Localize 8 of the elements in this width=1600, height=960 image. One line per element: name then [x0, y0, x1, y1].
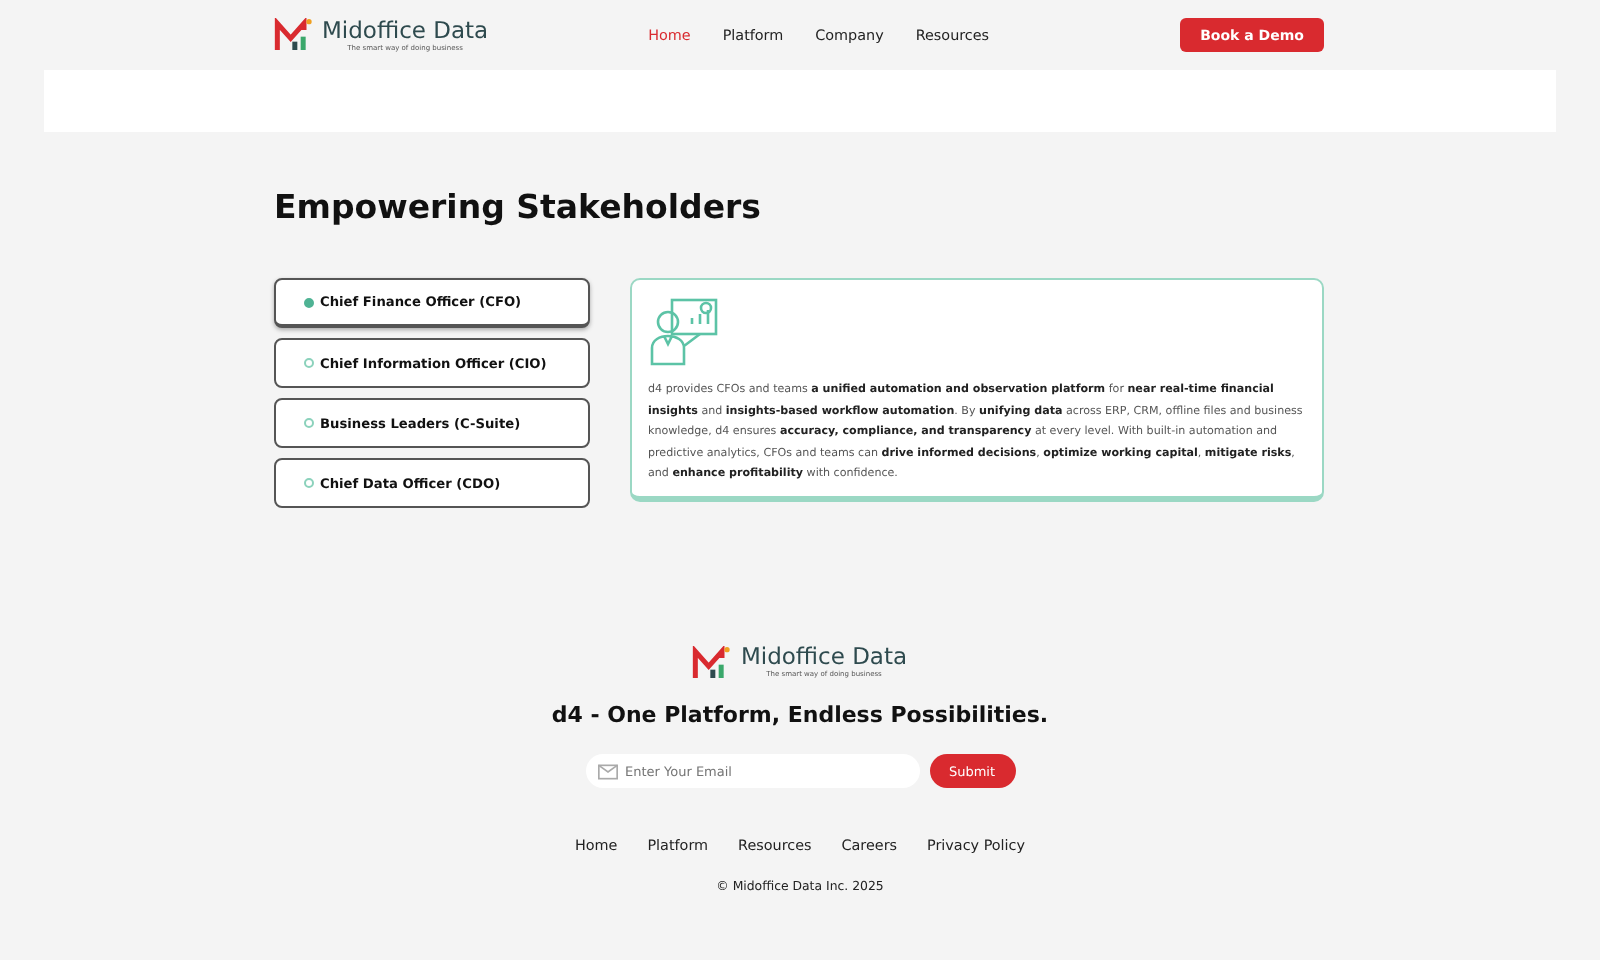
footer-headline: d4 - One Platform, Endless Possibilities. — [551, 702, 1049, 728]
logo-icon — [274, 18, 314, 52]
logo-name: Midoffice Data — [322, 17, 489, 43]
mail-icon — [597, 763, 617, 779]
analyst-icon — [648, 296, 720, 368]
section-heading: Empowering Stakeholders — [274, 188, 763, 226]
logo-icon — [692, 645, 733, 679]
logo-name: Midoffice Data — [740, 644, 908, 670]
